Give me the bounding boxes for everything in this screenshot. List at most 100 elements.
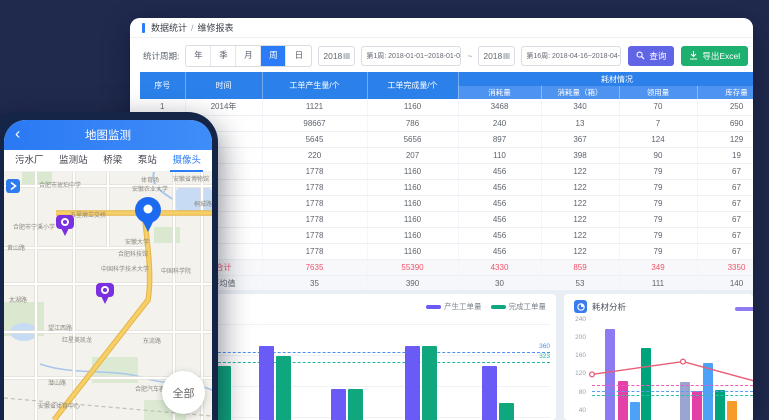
phone-tab-摄像头[interactable]: 摄像头 [172, 150, 201, 172]
table-cell: 67 [697, 211, 753, 227]
phone-mockup: ‹ 地图监测 污水厂监测站桥梁泵站摄像头 [0, 112, 218, 420]
table-cell: 390 [367, 275, 458, 291]
col-header-no: 序号 [140, 72, 185, 99]
table-cell: 1778 [262, 227, 367, 243]
table-cell: 240 [458, 115, 541, 131]
table-cell: 1121 [262, 99, 367, 115]
map-container[interactable]: 合肥市琥珀中学体育场安徽农业大学安徽省博物馆桐城路五里墩立交桥合肥市宁溪小学安徽… [4, 172, 212, 420]
show-all-button[interactable]: 全部 [162, 371, 205, 414]
phone-screen: ‹ 地图监测 污水厂监测站桥梁泵站摄像头 [4, 120, 212, 420]
download-icon [689, 51, 698, 60]
table-row[interactable]: 42202071103989019 [140, 147, 753, 163]
period-segment[interactable]: 年季月周日 [185, 45, 312, 67]
bar [630, 402, 640, 420]
table-cell: 79 [619, 179, 697, 195]
start-week-input[interactable]: 第1周: 2018-01-01~2018-01-07 [361, 46, 461, 66]
table-cell: 67 [697, 227, 753, 243]
table-cell: 79 [619, 243, 697, 259]
table-row[interactable]: 9177811604561227967 [140, 227, 753, 243]
export-button-label: 导出Excel [702, 50, 740, 62]
map-label: 潜山路 [48, 379, 66, 387]
breadcrumb-separator: / [191, 23, 194, 33]
table-cell: 859 [541, 259, 619, 275]
phone-page-title: 地图监测 [85, 127, 131, 143]
table-cell: 67 [697, 163, 753, 179]
table-cell: 7635 [262, 259, 367, 275]
map-label: 中国科学院 [161, 267, 191, 275]
table-row[interactable]: 10177811604561227967 [140, 243, 753, 259]
start-year-value: 2018 [323, 51, 342, 61]
table-cell: 110 [458, 147, 541, 163]
table-cell: 1160 [367, 195, 458, 211]
table-row[interactable]: 298667786240137690 [140, 115, 753, 131]
breadcrumb: 数据统计 / 维修报表 [130, 18, 753, 38]
map-label: 合肥市宁溪小学 [13, 223, 55, 231]
map-label: 红星美凯龙 [62, 336, 92, 344]
table-row[interactable]: 6177811604561227967 [140, 179, 753, 195]
col-header-time: 时间 [185, 72, 262, 99]
phone-tab-监测站[interactable]: 监测站 [59, 150, 88, 172]
table-cell: 35 [262, 275, 367, 291]
breadcrumb-accent [142, 23, 145, 33]
average-row[interactable]: 平均值353903053111140 [140, 275, 753, 291]
bar [348, 389, 363, 420]
bar [499, 403, 514, 420]
map-label: 望江西路 [48, 324, 72, 332]
table-cell: 1778 [262, 195, 367, 211]
phone-tab-污水厂[interactable]: 污水厂 [15, 150, 44, 172]
table-cell: 456 [458, 163, 541, 179]
table-cell: 111 [619, 275, 697, 291]
table-row[interactable]: 356455656897367124129 [140, 131, 753, 147]
map-water [176, 188, 212, 212]
phone-tab-泵站[interactable]: 泵站 [138, 150, 157, 172]
map-label: 五里墩立交桥 [70, 211, 106, 219]
table-cell: 456 [458, 211, 541, 227]
table-row[interactable]: 12014年11211160346834070250 [140, 99, 753, 115]
y-axis-tick: 160 [564, 353, 586, 360]
export-excel-button[interactable]: 导出Excel [681, 46, 748, 66]
table-row[interactable]: 7177811604561227967 [140, 195, 753, 211]
end-week-input[interactable]: 第16周: 2018-04-16~2018-04-22 [521, 46, 621, 66]
page: 数据统计 / 维修报表 统计周期: 年季月周日 2018 ▦ 第1周: 2018… [0, 0, 769, 420]
map-label: 体育场 [141, 176, 159, 184]
table-cell: 349 [619, 259, 697, 275]
back-icon[interactable]: ‹ [15, 126, 20, 142]
phone-tab-桥梁[interactable]: 桥梁 [103, 150, 122, 172]
expand-map-button[interactable] [6, 179, 20, 193]
start-week-value: 第1周: 2018-01-01~2018-01-07 [366, 51, 461, 61]
total-row[interactable]: 合计76355539043308593493350 [140, 259, 753, 275]
period-option[interactable]: 年 [186, 46, 211, 66]
table-cell: 456 [458, 227, 541, 243]
phone-header: ‹ 地图监测 [4, 120, 212, 150]
bar [727, 401, 737, 420]
map-label: 安徽省体育中心 [38, 402, 80, 410]
period-option[interactable]: 月 [236, 46, 261, 66]
trend-line [592, 362, 753, 384]
map-label: 合肥市琥珀中学 [39, 181, 81, 189]
table-cell: 456 [458, 243, 541, 259]
col-header-completed: 工单完成量/个 [367, 72, 458, 99]
map-label: 东流路 [143, 337, 161, 345]
table-cell: 67 [697, 243, 753, 259]
period-option[interactable]: 周 [261, 46, 286, 66]
query-button-label: 查询 [649, 50, 666, 62]
table-cell: 70 [619, 99, 697, 115]
table-cell: 1160 [367, 163, 458, 179]
col-header-consumables: 耗材情况 [458, 72, 753, 86]
col-subheader: 消耗量（箱） [541, 86, 619, 99]
period-option[interactable]: 季 [211, 46, 236, 66]
col-header-created: 工单产生量/个 [262, 72, 367, 99]
table-row[interactable]: 5177811604561227967 [140, 163, 753, 179]
start-year-select[interactable]: 2018 ▦ [318, 46, 355, 66]
table-cell: 122 [541, 211, 619, 227]
query-button[interactable]: 查询 [628, 46, 674, 66]
col-subheader: 库存量 [697, 86, 753, 99]
table-row[interactable]: 8177811604561227967 [140, 211, 753, 227]
end-year-select[interactable]: 2018 ▦ [478, 46, 515, 66]
period-option[interactable]: 日 [286, 46, 311, 66]
bar [405, 346, 420, 420]
table-cell: 79 [619, 211, 697, 227]
table-cell: 3468 [458, 99, 541, 115]
table-cell: 122 [541, 243, 619, 259]
table-cell: 67 [697, 179, 753, 195]
